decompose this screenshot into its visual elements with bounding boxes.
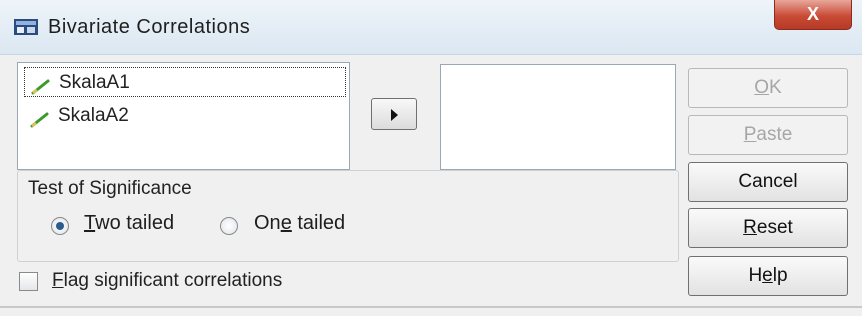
one-tailed-prefix: On: [254, 212, 281, 234]
close-icon: X: [806, 4, 819, 24]
help-mnemonic: e: [762, 265, 773, 286]
one-tailed-radio[interactable]: [220, 217, 238, 235]
scale-variable-icon: [30, 108, 50, 138]
flag-text: lag significant correlations: [63, 270, 283, 291]
list-item[interactable]: SkalaA2: [24, 101, 346, 131]
cancel-label: Cancel: [738, 171, 798, 192]
two-tailed-text: wo tailed: [95, 212, 175, 234]
two-tailed-mnemonic: T: [84, 212, 96, 234]
one-tailed-mnemonic: e: [280, 212, 292, 234]
reset-label: eset: [756, 217, 793, 238]
help-label-prefix: H: [748, 265, 763, 286]
target-variable-list[interactable]: [440, 64, 676, 170]
one-tailed-text: tailed: [291, 212, 346, 234]
two-tailed-radio[interactable]: [51, 217, 69, 235]
window-title: Bivariate Correlations: [48, 16, 251, 38]
paste-mnemonic: P: [743, 124, 757, 145]
dialog-bottom-divider: [0, 306, 862, 308]
paste-label: aste: [756, 124, 793, 145]
help-label: lp: [772, 265, 788, 286]
ok-mnemonic: O: [754, 77, 770, 98]
paste-button[interactable]: Paste: [688, 115, 848, 155]
flag-significant-label[interactable]: Flag significant correlations: [52, 270, 282, 292]
app-icon: [14, 17, 38, 37]
flag-significant-checkbox[interactable]: [19, 272, 38, 291]
move-variable-button[interactable]: [371, 98, 417, 130]
close-button[interactable]: X: [774, 0, 852, 30]
one-tailed-label[interactable]: One tailed: [254, 212, 345, 235]
title-bar[interactable]: Bivariate Correlations X: [0, 0, 862, 55]
reset-mnemonic: R: [743, 217, 757, 238]
variable-label: SkalaA2: [58, 105, 129, 126]
source-variable-list[interactable]: SkalaA1 SkalaA2: [17, 62, 350, 170]
arrow-right-icon: [391, 109, 398, 121]
ok-label: K: [769, 77, 782, 98]
help-button[interactable]: Help: [688, 256, 848, 296]
flag-mnemonic: F: [52, 270, 64, 291]
variable-label: SkalaA1: [59, 72, 130, 93]
test-of-significance-legend: Test of Significance: [28, 178, 192, 199]
bivariate-correlations-dialog: Bivariate Correlations X SkalaA1 SkalaA2…: [0, 0, 862, 316]
two-tailed-label[interactable]: Two tailed: [84, 212, 174, 235]
reset-button[interactable]: Reset: [688, 208, 848, 248]
cancel-button[interactable]: Cancel: [688, 162, 848, 202]
ok-button[interactable]: OK: [688, 68, 848, 108]
list-item[interactable]: SkalaA1: [24, 67, 346, 97]
